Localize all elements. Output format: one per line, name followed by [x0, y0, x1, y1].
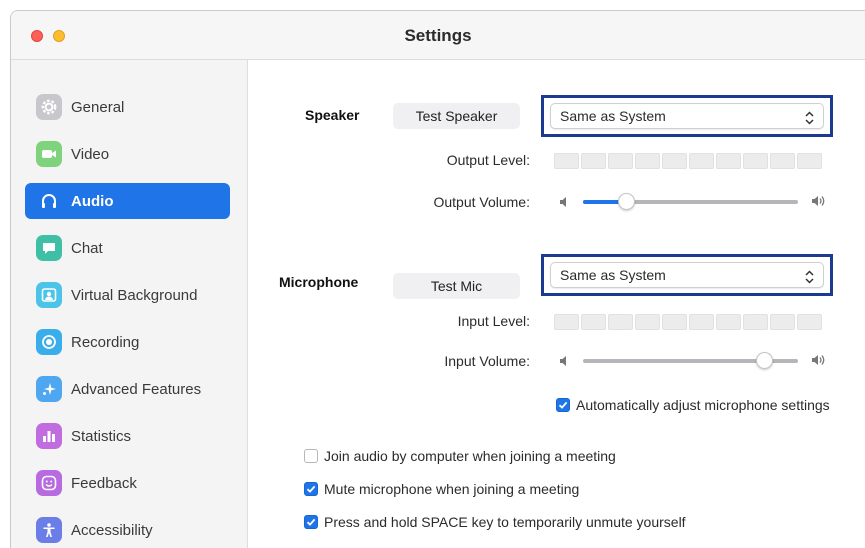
level-segment	[743, 153, 768, 169]
output-volume-label: Output Volume:	[433, 194, 530, 210]
level-segment	[662, 153, 687, 169]
chat-bubble-icon	[36, 235, 62, 261]
sidebar-item-label: General	[71, 98, 125, 116]
speaker-device-value: Same as System	[560, 108, 666, 124]
volume-high-icon	[811, 353, 827, 372]
sidebar-item-chat[interactable]: Chat	[25, 230, 230, 266]
mute-mic-on-join-label: Mute microphone when joining a meeting	[324, 481, 580, 497]
sidebar-item-virtual-background[interactable]: Virtual Background	[25, 277, 230, 313]
output-volume-slider[interactable]	[583, 193, 798, 210]
level-segment	[689, 153, 714, 169]
sidebar-item-audio[interactable]: Audio	[25, 183, 230, 219]
headphones-icon	[36, 188, 62, 214]
output-level-meter	[554, 153, 822, 169]
level-segment	[581, 153, 606, 169]
output-level-label: Output Level:	[446, 152, 530, 168]
sidebar-item-label: Audio	[71, 192, 114, 210]
gear-icon	[36, 94, 62, 120]
sidebar-item-video[interactable]: Video	[25, 136, 230, 172]
audio-settings-panel: Speaker Test Speaker Same as System Outp…	[248, 60, 865, 548]
title-bar: Settings	[11, 11, 865, 60]
level-segment	[797, 314, 822, 330]
accessibility-person-icon	[36, 517, 62, 543]
join-audio-by-computer-label: Join audio by computer when joining a me…	[324, 448, 616, 464]
volume-low-icon	[559, 354, 569, 372]
sidebar-item-label: Advanced Features	[71, 380, 202, 398]
microphone-select-highlight: Same as System	[541, 254, 833, 296]
sidebar-item-label: Accessibility	[71, 521, 153, 539]
level-segment	[554, 153, 579, 169]
speaker-section-label: Speaker	[305, 107, 360, 123]
level-segment	[608, 153, 633, 169]
hold-space-to-unmute-checkbox[interactable]	[304, 515, 318, 529]
level-segment	[608, 314, 633, 330]
level-segment	[581, 314, 606, 330]
level-segment	[689, 314, 714, 330]
volume-high-icon	[811, 194, 827, 213]
settings-window: Settings General Video Audio Chat Virtua…	[10, 10, 865, 548]
microphone-section-label: Microphone	[279, 274, 359, 290]
input-level-label: Input Level:	[457, 313, 530, 329]
record-icon	[36, 329, 62, 355]
smiley-icon	[36, 470, 62, 496]
level-segment	[770, 153, 795, 169]
mute-mic-on-join-option[interactable]: Mute microphone when joining a meeting	[304, 481, 579, 497]
volume-low-icon	[559, 195, 569, 213]
input-volume-slider[interactable]	[583, 352, 798, 369]
window-title: Settings	[404, 26, 472, 45]
sidebar-item-statistics[interactable]: Statistics	[25, 418, 230, 454]
input-level-meter	[554, 314, 822, 330]
hold-space-to-unmute-option[interactable]: Press and hold SPACE key to temporarily …	[304, 514, 686, 530]
up-down-chevron-icon	[805, 111, 814, 128]
auto-adjust-mic-option[interactable]: Automatically adjust microphone settings	[556, 397, 830, 413]
person-portrait-icon	[36, 282, 62, 308]
join-audio-by-computer-checkbox[interactable]	[304, 449, 318, 463]
input-volume-label: Input Volume:	[444, 353, 530, 369]
speaker-select-highlight: Same as System	[541, 95, 833, 137]
level-segment	[635, 314, 660, 330]
sidebar-item-feedback[interactable]: Feedback	[25, 465, 230, 501]
speaker-device-select[interactable]: Same as System	[550, 103, 824, 129]
sparkle-icon	[36, 376, 62, 402]
level-segment	[716, 314, 741, 330]
sidebar-item-advanced-features[interactable]: Advanced Features	[25, 371, 230, 407]
level-segment	[635, 153, 660, 169]
video-camera-icon	[36, 141, 62, 167]
sidebar-item-label: Feedback	[71, 474, 137, 492]
bar-chart-icon	[36, 423, 62, 449]
level-segment	[554, 314, 579, 330]
mute-mic-on-join-checkbox[interactable]	[304, 482, 318, 496]
level-segment	[770, 314, 795, 330]
level-segment	[797, 153, 822, 169]
level-segment	[743, 314, 768, 330]
sidebar-item-label: Virtual Background	[71, 286, 198, 304]
microphone-device-value: Same as System	[560, 267, 666, 283]
sidebar-item-general[interactable]: General	[25, 89, 230, 125]
output-volume-thumb[interactable]	[618, 193, 635, 210]
auto-adjust-mic-label: Automatically adjust microphone settings	[576, 397, 830, 413]
sidebar-item-label: Recording	[71, 333, 140, 351]
sidebar-item-accessibility[interactable]: Accessibility	[25, 512, 230, 548]
sidebar-item-label: Chat	[71, 239, 103, 257]
auto-adjust-mic-checkbox[interactable]	[556, 398, 570, 412]
sidebar-item-recording[interactable]: Recording	[25, 324, 230, 360]
microphone-device-select[interactable]: Same as System	[550, 262, 824, 288]
test-mic-button[interactable]: Test Mic	[393, 273, 520, 299]
level-segment	[662, 314, 687, 330]
up-down-chevron-icon	[805, 270, 814, 287]
sidebar-item-label: Video	[71, 145, 110, 163]
level-segment	[716, 153, 741, 169]
hold-space-to-unmute-label: Press and hold SPACE key to temporarily …	[324, 514, 686, 530]
sidebar-item-label: Statistics	[71, 427, 132, 445]
test-speaker-button[interactable]: Test Speaker	[393, 103, 520, 129]
input-volume-thumb[interactable]	[756, 352, 773, 369]
settings-sidebar: General Video Audio Chat Virtual Backgro…	[11, 60, 248, 548]
join-audio-by-computer-option[interactable]: Join audio by computer when joining a me…	[304, 448, 616, 464]
